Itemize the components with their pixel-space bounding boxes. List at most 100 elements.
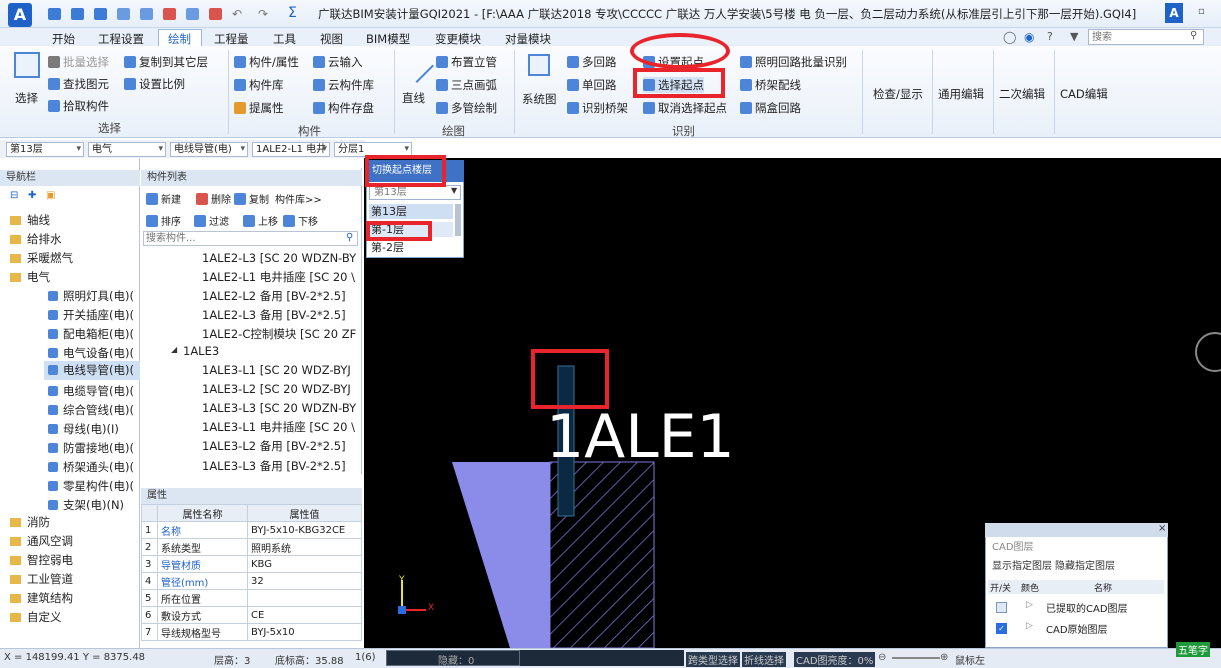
tab-quantity[interactable]: 工程量 [214, 31, 249, 47]
prop-value[interactable] [247, 589, 362, 607]
line-button[interactable]: 直线 [402, 90, 425, 106]
component-library-button[interactable]: 构件库 [234, 77, 284, 93]
multi-pipe-draw-button[interactable]: 多管绘制 [436, 100, 497, 116]
nav-item[interactable]: 照明灯具(电)( [48, 287, 134, 306]
nav-folder[interactable]: 通风空调 [10, 532, 73, 551]
check-display-button[interactable]: 检查/显示 [873, 86, 923, 102]
expand-icon[interactable]: ✚ [28, 190, 36, 201]
pick-component-button[interactable]: 拾取构件 [48, 98, 109, 114]
component-item[interactable]: 1ALE3-L3 备用 [BV-2*2.5] [202, 457, 346, 472]
move-up-button[interactable]: 上移 [243, 213, 278, 228]
close-icon[interactable]: × [1158, 523, 1166, 534]
prop-value[interactable]: CE [247, 606, 362, 624]
system-diagram-icon[interactable] [528, 54, 550, 76]
general-edit-button[interactable]: 通用编辑 [938, 86, 984, 102]
identify-tray-button[interactable]: 识别桥架 [567, 100, 628, 116]
nav-item[interactable]: 防雷接地(电)( [48, 439, 134, 458]
single-circuit-button[interactable]: 单回路 [567, 77, 617, 93]
user-icon[interactable]: ◯ [1003, 30, 1016, 44]
tab-bim-model[interactable]: BIM模型 [366, 31, 410, 47]
select-button[interactable]: 选择 [15, 90, 38, 106]
sort-button[interactable]: 排序 [146, 213, 181, 228]
delete-component-button[interactable]: 删除 [196, 191, 231, 206]
place-riser-button[interactable]: 布置立管 [436, 54, 497, 70]
redo-icon[interactable]: ↷ [258, 7, 268, 21]
component-type-select[interactable]: 电线导管(电) [170, 142, 248, 157]
extract-property-button[interactable]: 提属性 [234, 100, 284, 116]
search-input[interactable] [1088, 29, 1204, 45]
copy-component-button[interactable]: 复制 [234, 191, 269, 206]
undo-icon[interactable]: ↶ [232, 7, 242, 21]
expand-triangle-icon[interactable]: ▷ [1026, 621, 1033, 631]
prop-value[interactable]: 32 [247, 572, 362, 590]
toolbar-icon-5[interactable] [209, 8, 222, 20]
ime-indicator[interactable]: 五笔字 [1176, 642, 1210, 657]
component-search-icon[interactable]: ⚲ [346, 232, 353, 243]
prop-value[interactable]: 照明系统 [247, 538, 362, 556]
floor-option[interactable]: 第13层 [369, 204, 453, 219]
sync-icon[interactable]: ◉ [1024, 30, 1034, 44]
nav-folder[interactable]: 建筑结构 [10, 589, 73, 608]
floor-select[interactable]: 第13层 [6, 142, 84, 157]
toolbar-icon-4[interactable] [186, 8, 199, 20]
tab-tools[interactable]: 工具 [273, 31, 296, 47]
save-icon[interactable] [94, 8, 107, 20]
component-item[interactable]: 1ALE3-L1 [SC 20 WDZ-BYJ [202, 361, 351, 380]
nav-item[interactable]: 电缆导管(电)( [48, 382, 134, 401]
nav-item[interactable]: 综合管线(电)( [48, 401, 134, 420]
sum-icon[interactable]: Σ [288, 5, 297, 21]
cross-type-select[interactable]: 跨类型选择 [686, 652, 740, 667]
component-item[interactable]: 1ALE2-C控制模块 [SC 20 ZF [202, 325, 356, 344]
nav-folder[interactable]: 采暖燃气 [10, 249, 73, 268]
expand-triangle-icon[interactable]: ▷ [1026, 600, 1033, 610]
nav-item[interactable]: 配电箱柜(电)( [48, 325, 134, 344]
tab-view[interactable]: 视图 [320, 31, 343, 47]
component-search-input[interactable] [143, 231, 358, 246]
prop-value[interactable]: KBG [247, 555, 362, 573]
layer-checkbox-checked[interactable]: ✓ [996, 623, 1007, 634]
multi-circuit-button[interactable]: 多回路 [567, 54, 617, 70]
nav-folder[interactable]: 智控弱电 [10, 551, 73, 570]
nav-item[interactable]: 母线(电)(I) [48, 420, 119, 439]
copy-to-floor-button[interactable]: 复制到其它层 [124, 54, 208, 70]
prop-value[interactable]: BYJ-5x10-KBG32CE [247, 521, 362, 539]
component-item[interactable]: 1ALE2-L1 电井插座 [SC 20 \ [202, 268, 355, 287]
floor-popup-select[interactable]: 第13层 [369, 185, 461, 200]
component-item[interactable]: 1ALE2-L3 [SC 20 WDZN-BY [202, 249, 356, 268]
component-item[interactable]: 1ALE3-L1 电井插座 [SC 20 \ [202, 418, 355, 437]
tab-project-settings[interactable]: 工程设置 [98, 31, 144, 47]
floor-option[interactable]: 第-2层 [369, 240, 453, 255]
move-down-button[interactable]: 下移 [283, 213, 318, 228]
three-point-arc-button[interactable]: 三点画弧 [436, 77, 497, 93]
nav-folder[interactable]: 轴线 [10, 211, 50, 230]
nav-item-selected[interactable]: 电线导管(电)( [44, 361, 140, 380]
nav-item[interactable]: 支架(电)(N) [48, 496, 124, 515]
toolbar-icon-2[interactable] [140, 8, 153, 20]
open-icon[interactable] [71, 8, 84, 20]
component-group[interactable]: 1ALE3 [183, 342, 219, 361]
component-select[interactable]: 1ALE2-L1 电井 [252, 142, 330, 157]
search-icon[interactable]: ⚲ [1190, 30, 1197, 41]
secondary-edit-button[interactable]: 二次编辑 [999, 86, 1045, 102]
cloud-library-button[interactable]: 云构件库 [313, 77, 374, 93]
toolbar-icon-1[interactable] [117, 8, 130, 20]
cloud-input-button[interactable]: 云输入 [313, 54, 363, 70]
zoom-in-icon[interactable]: ⊕ [940, 652, 948, 663]
cad-edit-button[interactable]: CAD编辑 [1060, 86, 1108, 102]
restore-icon[interactable]: ▫ [1198, 6, 1205, 17]
nav-item[interactable]: 桥架通头(电)( [48, 458, 134, 477]
nav-folder[interactable]: 消防 [10, 513, 50, 532]
cancel-start-point-button[interactable]: 取消选择起点 [643, 100, 727, 116]
floor-list-scrollbar[interactable] [455, 204, 461, 236]
chevron-down-icon[interactable]: ▼ [451, 186, 457, 195]
hide-layer-tab[interactable]: 隐藏指定图层 [1055, 557, 1115, 572]
tab-change-module[interactable]: 变更模块 [435, 31, 481, 47]
help-button[interactable]: ? [1047, 30, 1053, 43]
nav-settings-icon[interactable]: ▣ [46, 190, 55, 201]
layer-checkbox[interactable] [996, 602, 1007, 613]
component-lib-link[interactable]: 构件库>> [275, 191, 322, 206]
component-item[interactable]: 1ALE3-L3 [SC 20 WDZN-BY [202, 399, 356, 418]
new-component-button[interactable]: 新建 [146, 191, 181, 206]
tab-compare-module[interactable]: 对量模块 [505, 31, 551, 47]
nav-item[interactable]: 开关插座(电)( [48, 306, 134, 325]
